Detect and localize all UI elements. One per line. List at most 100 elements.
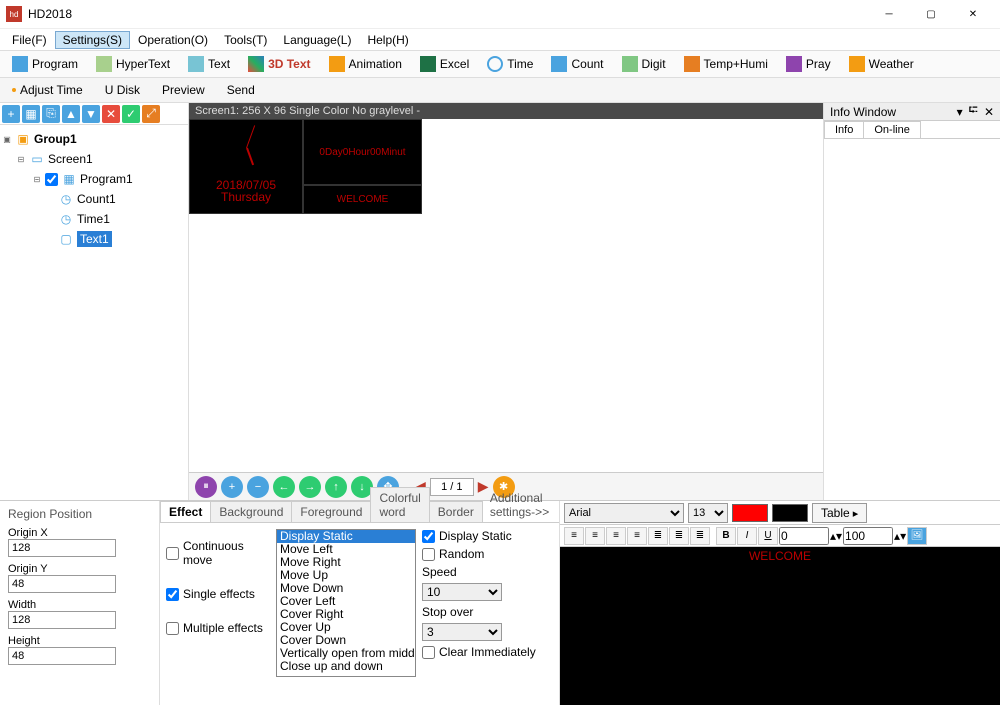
animation-icon: [329, 56, 345, 72]
maximize-button[interactable]: ▢: [910, 0, 952, 28]
stepper-icon[interactable]: ▴▾: [894, 529, 906, 543]
table-button[interactable]: Table ▸: [812, 503, 867, 523]
arrow-left-icon[interactable]: ←: [273, 476, 295, 498]
valign-bottom-icon[interactable]: ≣: [690, 527, 710, 545]
tree-text[interactable]: ▢Text1: [2, 229, 186, 249]
single-checkbox[interactable]: [166, 588, 179, 601]
speed-select[interactable]: 10: [422, 583, 502, 601]
align-right-icon[interactable]: ≡: [606, 527, 626, 545]
bottom-panel: Region Position Origin X Origin Y Width …: [0, 500, 1000, 705]
welcome-region[interactable]: WELCOME: [303, 185, 422, 214]
design-canvas[interactable]: 2018/07/05 Thursday 0Day0Hour00Minut WEL…: [189, 119, 823, 472]
pushpin-icon[interactable]: ⮓: [969, 101, 978, 122]
btn-program[interactable]: Program: [4, 53, 86, 75]
close-icon[interactable]: ✕: [984, 105, 994, 119]
tree-screen[interactable]: ⊟▭Screen1: [2, 149, 186, 169]
tree-copy-icon[interactable]: ⎘: [42, 105, 60, 123]
btn-text[interactable]: Text: [180, 53, 238, 75]
btn-weather[interactable]: Weather: [841, 53, 922, 75]
tab-border[interactable]: Border: [429, 501, 483, 522]
underline-icon[interactable]: U: [758, 527, 778, 545]
valign-top-icon[interactable]: ≣: [648, 527, 668, 545]
program-checkbox[interactable]: [45, 173, 58, 186]
led-preview: 2018/07/05 Thursday 0Day0Hour00Minut WEL…: [189, 119, 422, 214]
bold-icon[interactable]: B: [716, 527, 736, 545]
btn-excel[interactable]: Excel: [412, 53, 477, 75]
list-item[interactable]: Close up and down: [277, 660, 415, 673]
tree-up-icon[interactable]: ▲: [62, 105, 80, 123]
tree-delete-icon[interactable]: ✕: [102, 105, 120, 123]
menu-language[interactable]: Language(L): [275, 31, 359, 49]
menu-file[interactable]: File(F): [4, 31, 55, 49]
tab-background[interactable]: Background: [210, 501, 292, 522]
arrow-right-icon[interactable]: →: [299, 476, 321, 498]
align-left-icon[interactable]: ≡: [564, 527, 584, 545]
tree-group[interactable]: ▣▣Group1: [2, 129, 186, 149]
btn-time[interactable]: Time: [479, 53, 541, 75]
arrow-up-icon[interactable]: ↑: [325, 476, 347, 498]
weather-icon: [849, 56, 865, 72]
menu-settings[interactable]: Settings(S): [55, 31, 130, 49]
editor-canvas[interactable]: WELCOME: [560, 547, 1000, 705]
tree-time[interactable]: ◷Time1: [2, 209, 186, 229]
tab-online[interactable]: On-line: [863, 121, 920, 138]
random-checkbox[interactable]: [422, 548, 435, 561]
align-center-icon[interactable]: ≡: [585, 527, 605, 545]
menu-help[interactable]: Help(H): [359, 31, 416, 49]
continuous-checkbox[interactable]: [166, 547, 179, 560]
btn-adjust-time[interactable]: Adjust Time: [4, 80, 91, 100]
btn-send[interactable]: Send: [215, 80, 263, 100]
tree-check-icon[interactable]: ✓: [122, 105, 140, 123]
backcolor-swatch[interactable]: [772, 504, 808, 522]
btn-digit[interactable]: Digit: [614, 53, 674, 75]
forecolor-swatch[interactable]: [732, 504, 768, 522]
pin-icon[interactable]: ▾: [957, 105, 963, 119]
close-button[interactable]: ✕: [952, 0, 994, 28]
pause-icon[interactable]: ⏸: [195, 476, 217, 498]
minimize-button[interactable]: ─: [868, 0, 910, 28]
multiple-checkbox[interactable]: [166, 622, 179, 635]
tab-effect[interactable]: Effect: [160, 501, 211, 522]
menu-tools[interactable]: Tools(T): [216, 31, 275, 49]
tab-info[interactable]: Info: [824, 121, 864, 138]
stopover-select[interactable]: 3: [422, 623, 502, 641]
font-select[interactable]: Arial: [564, 503, 684, 523]
tab-more[interactable]: Additional settings->>: [482, 488, 560, 522]
spacing1-input[interactable]: [779, 527, 829, 545]
stepper-icon[interactable]: ▴▾: [830, 529, 842, 543]
zoom-in-icon[interactable]: +: [221, 476, 243, 498]
tree-down-icon[interactable]: ▼: [82, 105, 100, 123]
zoom-out-icon[interactable]: −: [247, 476, 269, 498]
tree-program[interactable]: ⊟▦Program1: [2, 169, 186, 189]
align-justify-icon[interactable]: ≡: [627, 527, 647, 545]
tree-expand-icon[interactable]: ⤢: [142, 105, 160, 123]
btn-temphumi[interactable]: Temp+Humi: [676, 53, 776, 75]
height-input[interactable]: [8, 647, 116, 665]
btn-udisk[interactable]: U Disk: [93, 80, 148, 100]
clear-checkbox[interactable]: [422, 646, 435, 659]
tree-doc-icon[interactable]: ▦: [22, 105, 40, 123]
origin-y-input[interactable]: [8, 575, 116, 593]
spacing2-input[interactable]: [843, 527, 893, 545]
btn-pray[interactable]: Pray: [778, 53, 839, 75]
tree-add-icon[interactable]: +: [2, 105, 20, 123]
tree-count[interactable]: ◷Count1: [2, 189, 186, 209]
counter-region[interactable]: 0Day0Hour00Minut: [303, 119, 422, 185]
btn-hypertext[interactable]: HyperText: [88, 53, 178, 75]
btn-animation[interactable]: Animation: [321, 53, 410, 75]
tab-foreground[interactable]: Foreground: [291, 501, 371, 522]
italic-icon[interactable]: I: [737, 527, 757, 545]
size-select[interactable]: 13: [688, 503, 728, 523]
valign-mid-icon[interactable]: ≣: [669, 527, 689, 545]
clock-region[interactable]: 2018/07/05 Thursday: [189, 119, 303, 214]
menu-operation[interactable]: Operation(O): [130, 31, 216, 49]
effect-list[interactable]: Display Static Move Left Move Right Move…: [276, 529, 416, 677]
tab-colorful[interactable]: Colorful word: [370, 487, 429, 522]
btn-preview[interactable]: Preview: [150, 80, 213, 100]
btn-count[interactable]: Count: [543, 53, 611, 75]
origin-x-input[interactable]: [8, 539, 116, 557]
image-icon[interactable]: 🖼: [907, 527, 927, 545]
display-static-checkbox[interactable]: [422, 530, 435, 543]
btn-3dtext[interactable]: 3D Text: [240, 53, 318, 75]
width-input[interactable]: [8, 611, 116, 629]
